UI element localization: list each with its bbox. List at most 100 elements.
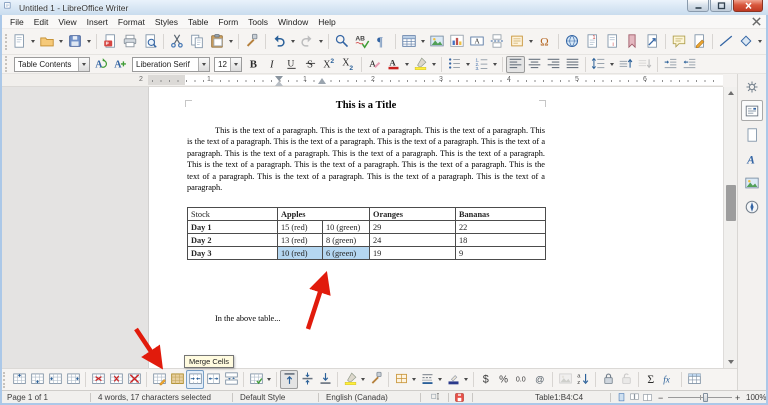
- copy-button[interactable]: [187, 31, 207, 52]
- table-row-label-cell[interactable]: Day 1: [187, 220, 278, 234]
- print-preview-button[interactable]: [140, 31, 160, 52]
- menu-item-edit[interactable]: Edit: [29, 15, 54, 28]
- insert-chart-button[interactable]: [447, 31, 467, 52]
- menu-item-view[interactable]: View: [53, 15, 81, 28]
- bookmark-button[interactable]: [622, 31, 642, 52]
- text-box-button[interactable]: A: [467, 31, 487, 52]
- menu-item-window[interactable]: Window: [273, 15, 313, 28]
- para-space-dec-button[interactable]: [635, 56, 654, 73]
- cut-button[interactable]: [167, 31, 187, 52]
- hanging-indent-marker[interactable]: [275, 81, 283, 86]
- clear-formatting-button[interactable]: A: [365, 56, 384, 73]
- insert-table-dropdown-icon[interactable]: [419, 33, 427, 50]
- table-cell[interactable]: 9: [455, 246, 546, 260]
- toolbar-grip[interactable]: [5, 56, 10, 72]
- line-spacing-dropdown-icon[interactable]: [608, 56, 616, 73]
- protect-cells-button[interactable]: [599, 370, 617, 389]
- underline-button[interactable]: U: [282, 56, 301, 73]
- indent-inc-button[interactable]: [661, 56, 680, 73]
- table-cell[interactable]: 8 (green): [322, 233, 370, 247]
- font-name-combobox[interactable]: Liberation Serif: [132, 56, 210, 72]
- highlight-button[interactable]: [341, 370, 359, 389]
- insert-field-button[interactable]: [507, 31, 527, 52]
- new-dropdown-icon[interactable]: [29, 33, 37, 50]
- menu-item-help[interactable]: Help: [313, 15, 340, 28]
- autoformat-button[interactable]: [150, 370, 168, 389]
- formatting-marks-button[interactable]: ¶: [372, 31, 392, 52]
- menu-item-styles[interactable]: Styles: [150, 15, 183, 28]
- paste-dropdown-icon[interactable]: [227, 33, 235, 50]
- table-cell[interactable]: 10 (green): [322, 220, 370, 234]
- currency-button[interactable]: $: [477, 370, 495, 389]
- italic-button[interactable]: I: [263, 56, 282, 73]
- redo-button[interactable]: [297, 31, 317, 52]
- highlight-button[interactable]: [411, 56, 430, 73]
- optimize-size-dropdown-icon[interactable]: [265, 371, 273, 388]
- delete-table-button[interactable]: [125, 370, 143, 389]
- table-cell[interactable]: 13 (red): [277, 233, 323, 247]
- table-cell[interactable]: 18: [455, 233, 546, 247]
- gallery-deck-icon[interactable]: [741, 172, 763, 193]
- table-cell[interactable]: 22: [455, 220, 546, 234]
- align-top-button[interactable]: [280, 370, 298, 389]
- menu-item-insert[interactable]: Insert: [82, 15, 113, 28]
- menu-item-form[interactable]: Form: [213, 15, 243, 28]
- table-header-cell[interactable]: Stock: [187, 207, 278, 221]
- new-style-button[interactable]: A: [111, 56, 130, 73]
- cross-reference-button[interactable]: [642, 31, 662, 52]
- font-name-dropdown-icon[interactable]: [198, 57, 209, 71]
- insert-image-button[interactable]: [427, 31, 447, 52]
- comment-button[interactable]: [669, 31, 689, 52]
- undo-dropdown-icon[interactable]: [289, 33, 297, 50]
- para-space-inc-button[interactable]: [616, 56, 635, 73]
- merge-cells-button[interactable]: [186, 370, 204, 389]
- delete-col-button[interactable]: [107, 370, 125, 389]
- font-size-combobox[interactable]: 12: [214, 56, 242, 72]
- horizontal-ruler[interactable]: 2 1 1 2 3 4 5 6: [2, 74, 723, 87]
- find-replace-button[interactable]: [332, 31, 352, 52]
- scrollbar-thumb[interactable]: [726, 185, 736, 221]
- close-document-icon[interactable]: [751, 16, 762, 27]
- split-cells-button[interactable]: [204, 370, 222, 389]
- align-left-button[interactable]: [506, 55, 525, 73]
- maximize-button[interactable]: [710, 0, 732, 12]
- font-size-dropdown-icon[interactable]: [230, 57, 241, 71]
- numbering-dropdown-icon[interactable]: [491, 56, 499, 73]
- table-header-cell[interactable]: Oranges: [369, 207, 456, 221]
- paste-button[interactable]: [207, 31, 227, 52]
- sort-button[interactable]: az: [574, 370, 592, 389]
- table-cell[interactable]: 19: [369, 246, 456, 260]
- border-style-dropdown-icon[interactable]: [436, 371, 444, 388]
- clone-formatting-button[interactable]: [367, 370, 385, 389]
- toolbar-grip[interactable]: [5, 33, 7, 50]
- styles-deck-icon[interactable]: A: [741, 148, 763, 169]
- table-cell[interactable]: 15 (red): [277, 220, 323, 234]
- sidebar-settings-icon[interactable]: [741, 76, 763, 97]
- export-pdf-button[interactable]: [100, 31, 120, 52]
- insert-col-after-button[interactable]: [64, 370, 82, 389]
- save-dropdown-icon[interactable]: [85, 33, 93, 50]
- split-table-button[interactable]: [222, 370, 240, 389]
- endnote-button[interactable]: i: [602, 31, 622, 52]
- border-color-dropdown-icon[interactable]: [462, 371, 470, 388]
- borders-dropdown-icon[interactable]: [410, 371, 418, 388]
- page-deck-icon[interactable]: [741, 124, 763, 145]
- save-button[interactable]: [65, 31, 85, 52]
- highlight-dropdown-icon[interactable]: [430, 56, 438, 73]
- table-cell-selected[interactable]: 10 (red): [277, 246, 323, 260]
- minimize-button[interactable]: [687, 0, 709, 12]
- strikethrough-button[interactable]: S: [301, 56, 320, 73]
- indent-dec-button[interactable]: [680, 56, 699, 73]
- properties-deck-icon[interactable]: [741, 100, 763, 121]
- bold-button[interactable]: B: [244, 56, 263, 73]
- select-table-button[interactable]: [168, 370, 186, 389]
- page-break-button[interactable]: [487, 31, 507, 52]
- navigator-deck-icon[interactable]: [741, 196, 763, 217]
- footnote-button[interactable]: 1: [582, 31, 602, 52]
- insert-table-button[interactable]: [399, 31, 419, 52]
- update-style-button[interactable]: A: [92, 56, 111, 73]
- numbering-button[interactable]: 1. 2. 3.: [472, 56, 491, 73]
- clone-formatting-button[interactable]: [242, 31, 262, 52]
- table-header-cell[interactable]: Bananas: [455, 207, 546, 221]
- delete-row-button[interactable]: [89, 370, 107, 389]
